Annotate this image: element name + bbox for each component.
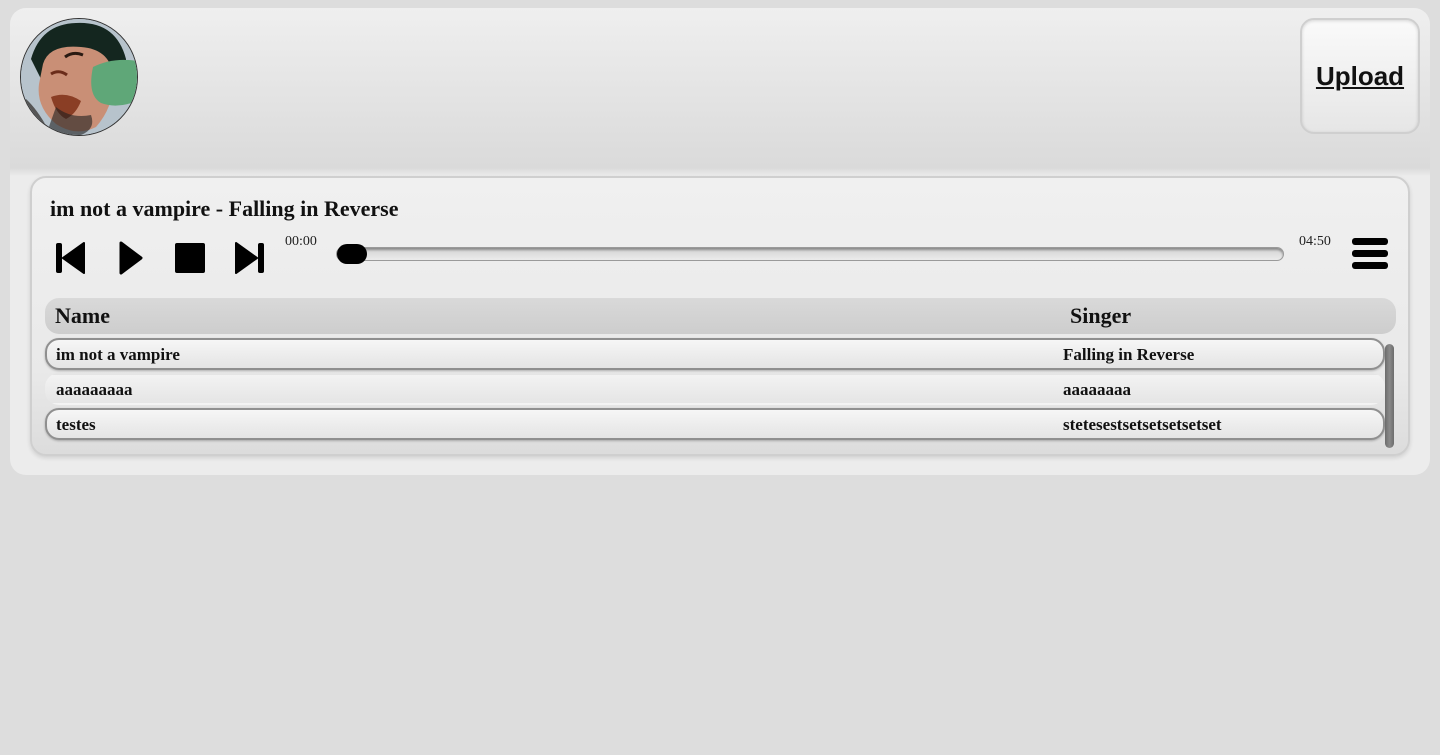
song-singer: Falling in Reverse: [1063, 345, 1195, 364]
avatar[interactable]: [20, 18, 138, 136]
song-name: im not a vampire: [56, 345, 180, 364]
table-row[interactable]: aaaaaaaaa aaaaaaaa: [45, 373, 1385, 405]
playlist-rows: im not a vampire Falling in Reverse aaaa…: [45, 338, 1385, 444]
column-header-name: Name: [55, 303, 110, 328]
song-singer: aaaaaaaa: [1063, 380, 1131, 399]
playlist-header: Name Singer: [45, 298, 1396, 334]
avatar-image: [21, 19, 137, 135]
column-header-singer: Singer: [1070, 303, 1132, 328]
seek-bar-thumb[interactable]: [337, 244, 367, 264]
player-card: im not a vampire - Falling in Reverse 00…: [30, 176, 1410, 456]
upload-button[interactable]: Upload: [1300, 18, 1420, 134]
song-name: aaaaaaaaa: [56, 380, 133, 399]
menu-button[interactable]: [1352, 238, 1390, 274]
app-shell: Upload im not a vampire - Falling in Rev…: [10, 8, 1430, 475]
skip-next-icon: [235, 242, 264, 274]
seek-bar[interactable]: [336, 244, 1284, 264]
next-button[interactable]: [232, 240, 268, 276]
table-row[interactable]: im not a vampire Falling in Reverse: [45, 338, 1385, 370]
stop-button[interactable]: [172, 240, 208, 276]
song-name: testes: [56, 415, 96, 434]
duration-time: 04:50: [1299, 234, 1331, 249]
hamburger-menu-icon: [1352, 238, 1390, 269]
current-time: 00:00: [285, 234, 317, 249]
playlist-scrollbar[interactable]: [1385, 344, 1394, 448]
stop-icon: [175, 243, 205, 273]
skip-previous-icon: [56, 242, 85, 274]
playlist-scrollbar-thumb[interactable]: [1385, 344, 1394, 448]
table-row[interactable]: testes stetesestsetsetsetsetset: [45, 408, 1385, 440]
song-singer: stetesestsetsetsetsetset: [1063, 415, 1222, 434]
now-playing-title: im not a vampire - Falling in Reverse: [50, 196, 399, 221]
play-button[interactable]: [112, 240, 148, 276]
play-icon: [119, 241, 143, 275]
previous-button[interactable]: [52, 240, 88, 276]
